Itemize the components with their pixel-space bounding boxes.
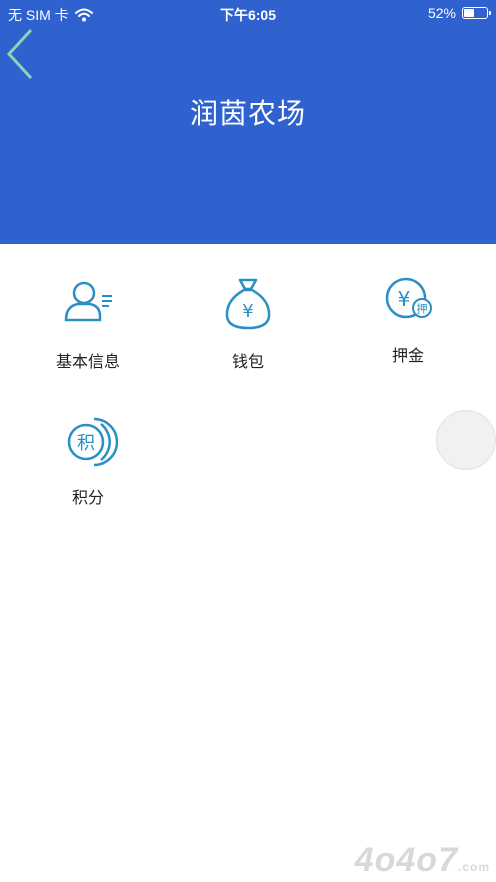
battery-cap	[489, 11, 491, 15]
menu-item-basic-info[interactable]: 基本信息	[28, 276, 148, 386]
battery-icon	[462, 7, 491, 19]
menu-item-wallet[interactable]: ¥ 钱包	[188, 276, 308, 386]
watermark-suffix: .com	[457, 860, 490, 874]
battery-percent: 52%	[427, 5, 456, 21]
deposit-icon: ¥ 押	[385, 277, 432, 319]
money-bag-icon: ¥	[225, 278, 271, 330]
battery-fill	[464, 9, 475, 17]
watermark-logo: 4o4o7.com	[355, 841, 490, 880]
menu-label-wallet: 钱包	[231, 354, 264, 371]
chevron-left-icon	[6, 28, 33, 80]
header: 无 SIM 卡 下午6:05 52% 润茵农场	[0, 0, 496, 244]
menu-label-points: 积分	[71, 490, 104, 507]
svg-text:押: 押	[417, 302, 428, 316]
menu-label-deposit: 押金	[391, 348, 424, 365]
user-info-icon	[64, 281, 112, 322]
status-right: 52%	[427, 5, 491, 21]
watermark-text: 4o4o7	[354, 841, 458, 879]
status-bar: 无 SIM 卡 下午6:05 52%	[0, 0, 496, 26]
floating-assistive-button[interactable]	[436, 410, 496, 470]
menu-item-deposit[interactable]: ¥ 押 押金	[348, 270, 468, 380]
page-title: 润茵农场	[189, 98, 306, 129]
svg-text:¥: ¥	[398, 287, 411, 311]
svg-text:¥: ¥	[242, 301, 253, 322]
svg-text:积: 积	[77, 433, 95, 454]
menu-label-basic-info: 基本信息	[55, 354, 120, 371]
back-button[interactable]	[0, 24, 40, 84]
points-icon: 积	[67, 417, 118, 467]
status-time: 下午6:05	[219, 7, 277, 23]
menu-item-points[interactable]: 积 积分	[28, 412, 148, 522]
